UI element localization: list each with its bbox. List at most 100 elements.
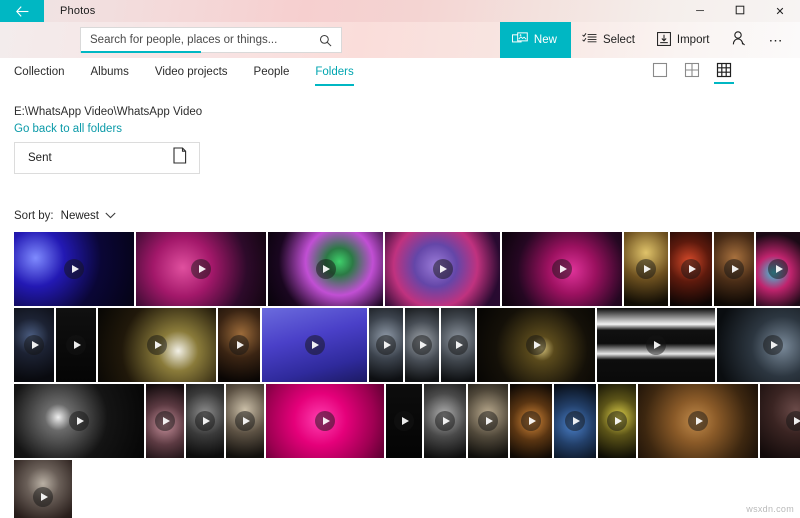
- tab-folders[interactable]: Folders: [302, 62, 366, 86]
- app-title: Photos: [60, 5, 96, 17]
- search-box[interactable]: [80, 27, 342, 53]
- tab-albums[interactable]: Albums: [78, 62, 142, 82]
- title-bar: Photos ─ ✕: [0, 0, 800, 22]
- video-thumbnail[interactable]: [468, 384, 508, 458]
- video-thumbnail[interactable]: [98, 308, 216, 382]
- video-thumbnail[interactable]: [756, 232, 800, 306]
- sort-control: Sort by: Newest: [14, 210, 116, 222]
- command-bar: New Select: [0, 22, 800, 58]
- video-thumbnail[interactable]: [760, 384, 800, 458]
- video-thumbnail[interactable]: [597, 308, 715, 382]
- close-button[interactable]: ✕: [760, 0, 800, 22]
- video-thumbnail[interactable]: [14, 308, 54, 382]
- play-icon: [147, 335, 167, 355]
- video-thumbnail[interactable]: [554, 384, 596, 458]
- play-icon: [526, 335, 546, 355]
- select-button[interactable]: Select: [571, 22, 646, 58]
- tab-video-projects[interactable]: Video projects: [142, 62, 241, 82]
- maximize-button[interactable]: [720, 0, 760, 22]
- new-button[interactable]: New: [499, 22, 571, 58]
- play-icon: [394, 411, 414, 431]
- video-thumbnail[interactable]: [502, 232, 622, 306]
- tab-people[interactable]: People: [241, 62, 303, 82]
- play-icon: [681, 259, 701, 279]
- video-thumbnail[interactable]: [369, 308, 403, 382]
- video-thumbnail[interactable]: [146, 384, 184, 458]
- video-thumbnail[interactable]: [14, 384, 144, 458]
- navigation-tabs: Collection Albums Video projects People …: [0, 62, 367, 86]
- video-thumbnail[interactable]: [226, 384, 264, 458]
- video-thumbnail[interactable]: [136, 232, 266, 306]
- video-thumbnail[interactable]: [624, 232, 668, 306]
- play-icon: [636, 259, 656, 279]
- play-icon: [235, 411, 255, 431]
- video-thumbnail[interactable]: [441, 308, 475, 382]
- thumbnail-row: [14, 460, 790, 518]
- tab-collection[interactable]: Collection: [14, 62, 78, 82]
- video-thumbnail[interactable]: [670, 232, 712, 306]
- video-thumbnail[interactable]: [186, 384, 224, 458]
- tab-people-label: People: [253, 66, 290, 78]
- person-add-icon: [732, 31, 746, 49]
- video-thumbnail[interactable]: [266, 384, 384, 458]
- video-thumbnail[interactable]: [510, 384, 552, 458]
- go-back-to-all-folders-link[interactable]: Go back to all folders: [14, 123, 122, 135]
- video-thumbnail[interactable]: [218, 308, 260, 382]
- back-button[interactable]: [0, 0, 44, 22]
- view-medium-icon[interactable]: [684, 62, 700, 78]
- folder-page-icon: [173, 147, 187, 169]
- new-album-icon: [511, 31, 528, 49]
- subfolder-card-sent[interactable]: Sent: [14, 142, 200, 174]
- folder-path: E:\WhatsApp Video\WhatsApp Video: [14, 106, 203, 118]
- watermark: wsxdn.com: [746, 504, 794, 514]
- play-icon: [688, 411, 708, 431]
- play-icon: [315, 411, 335, 431]
- play-icon: [435, 411, 455, 431]
- play-icon: [64, 259, 84, 279]
- play-icon: [521, 411, 541, 431]
- play-icon: [768, 259, 788, 279]
- account-button[interactable]: [721, 22, 757, 58]
- minimize-button[interactable]: ─: [680, 0, 720, 22]
- play-icon: [33, 487, 53, 507]
- video-thumbnail[interactable]: [424, 384, 466, 458]
- import-button[interactable]: Import: [646, 22, 721, 58]
- play-icon: [646, 335, 666, 355]
- video-thumbnail-grid: [14, 232, 800, 518]
- video-thumbnail[interactable]: [598, 384, 636, 458]
- video-thumbnail[interactable]: [385, 232, 500, 306]
- video-thumbnail[interactable]: [477, 308, 595, 382]
- view-large-icon[interactable]: [652, 62, 668, 78]
- video-thumbnail[interactable]: [714, 232, 754, 306]
- video-thumbnail[interactable]: [405, 308, 439, 382]
- search-input[interactable]: [81, 28, 319, 52]
- play-icon: [155, 411, 175, 431]
- play-icon: [448, 335, 468, 355]
- play-icon: [66, 335, 86, 355]
- import-tray-icon: [656, 31, 671, 49]
- video-thumbnail[interactable]: [56, 308, 96, 382]
- play-icon: [432, 259, 453, 279]
- video-thumbnail[interactable]: [14, 232, 134, 306]
- play-icon: [195, 411, 215, 431]
- video-thumbnail[interactable]: [386, 384, 422, 458]
- video-thumbnail[interactable]: [262, 308, 367, 382]
- video-thumbnail[interactable]: [14, 460, 72, 518]
- command-bar-actions: New Select Import ⋯: [499, 22, 797, 58]
- video-thumbnail[interactable]: [638, 384, 758, 458]
- select-button-label: Select: [602, 34, 635, 46]
- play-icon: [763, 335, 783, 355]
- view-small-icon[interactable]: [714, 62, 734, 84]
- new-button-label: New: [533, 34, 557, 46]
- video-thumbnail[interactable]: [268, 232, 383, 306]
- tab-collection-label: Collection: [14, 66, 65, 78]
- sort-label: Sort by:: [14, 210, 54, 222]
- search-icon[interactable]: [319, 34, 341, 47]
- import-button-label: Import: [676, 34, 710, 46]
- video-thumbnail[interactable]: [717, 308, 800, 382]
- more-options-button[interactable]: ⋯: [757, 22, 797, 58]
- sort-value-dropdown[interactable]: Newest: [61, 210, 116, 222]
- play-icon: [24, 335, 44, 355]
- back-arrow-icon: [15, 5, 29, 17]
- play-icon: [607, 411, 627, 431]
